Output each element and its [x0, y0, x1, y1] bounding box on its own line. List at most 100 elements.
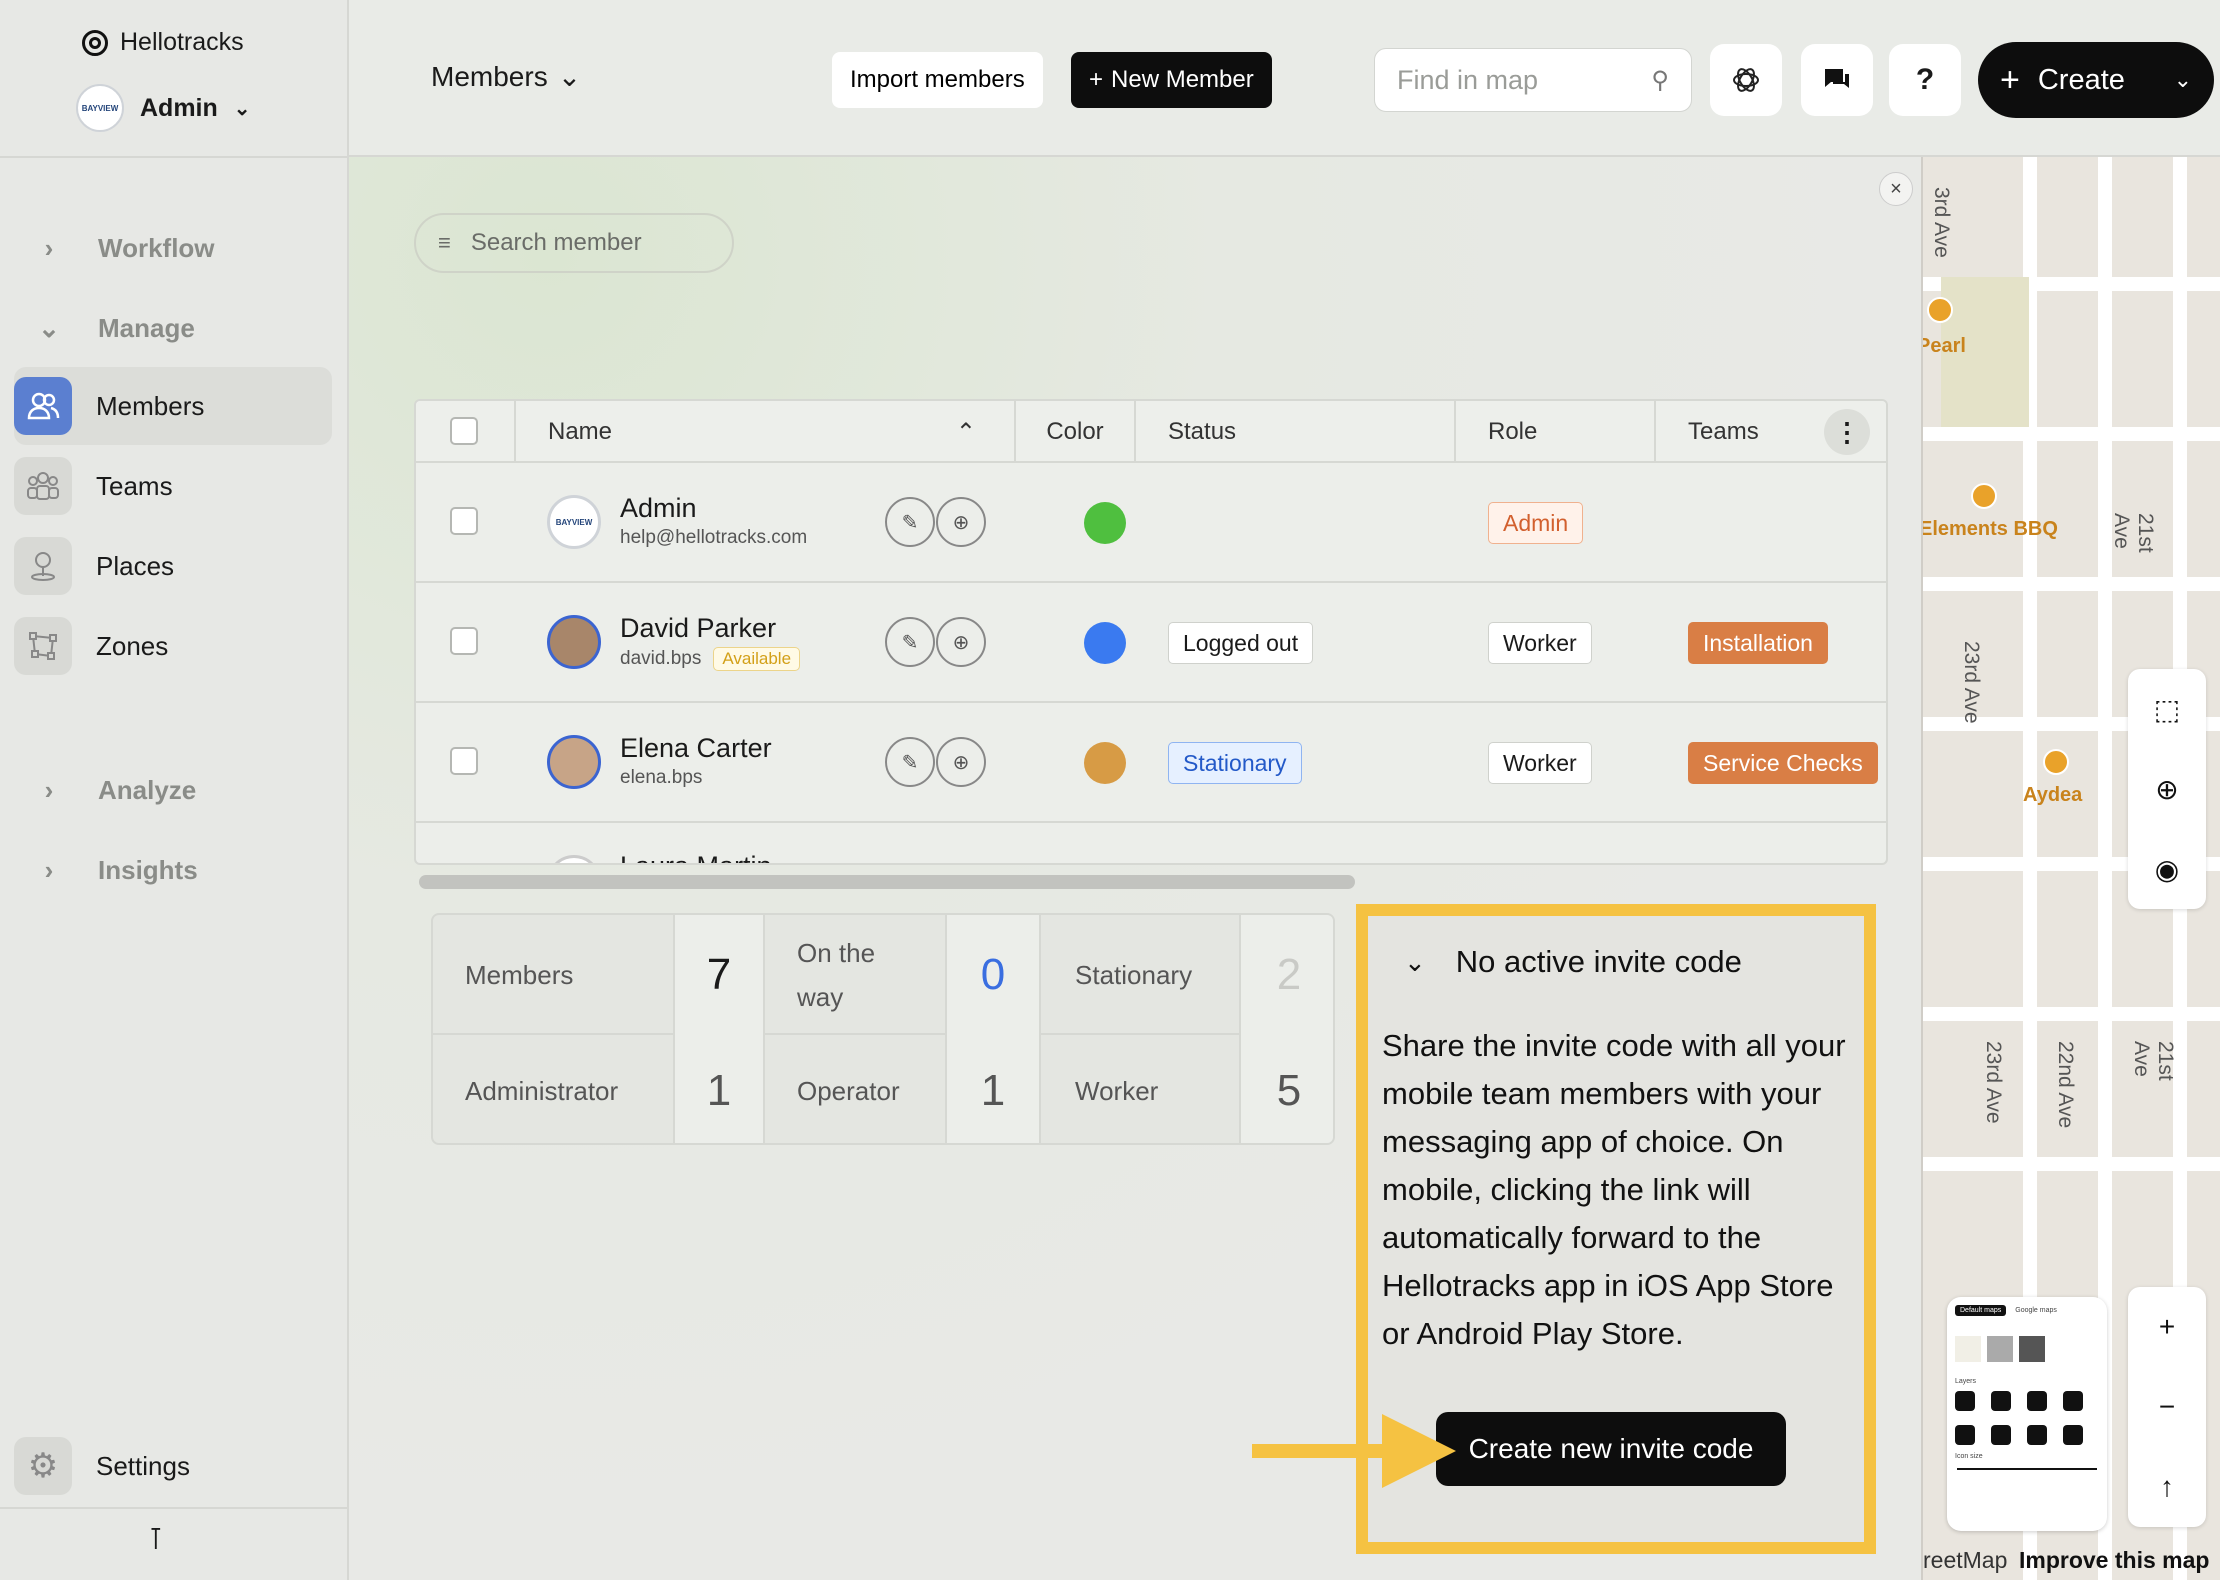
stat-label: Stationary	[1075, 959, 1193, 990]
member-name[interactable]: Laura Martin	[620, 851, 772, 863]
column-color[interactable]: Color	[1016, 401, 1136, 463]
create-invite-code-button[interactable]: Create new invite code	[1436, 1412, 1786, 1486]
import-members-button[interactable]: Import members	[832, 52, 1043, 108]
section-manage[interactable]: ⌄ Manage	[0, 298, 347, 358]
search-icon: ⚲	[1651, 66, 1669, 94]
member-color	[1084, 742, 1126, 784]
map-thumb[interactable]	[2019, 1336, 2045, 1362]
improve-map-link[interactable]: Improve this map	[2019, 1547, 2209, 1574]
account-switcher[interactable]: BAYVIEW Admin ⌄	[76, 84, 251, 132]
eye-icon[interactable]: ◉	[2128, 829, 2206, 909]
chat-icon	[1825, 69, 1849, 88]
restaurant-icon[interactable]	[2043, 749, 2069, 775]
google-maps-tab[interactable]: Google maps	[2010, 1305, 2062, 1316]
sidebar-item-teams[interactable]: Teams	[14, 447, 332, 525]
restaurant-icon[interactable]	[1971, 483, 1997, 509]
chevron-down-icon: ⌄	[1404, 946, 1426, 977]
column-name[interactable]: Name ⌃	[516, 401, 1016, 463]
map-thumb[interactable]	[1987, 1336, 2013, 1362]
team-badge[interactable]: Installation	[1688, 622, 1828, 664]
section-insights[interactable]: › Insights	[0, 840, 347, 900]
teams-icon	[14, 457, 72, 515]
layer-icon[interactable]	[1991, 1425, 2011, 1445]
view-dropdown[interactable]: Members ⌄	[431, 60, 581, 93]
row-checkbox[interactable]	[450, 507, 478, 535]
zoom-controls: + − ↑	[2128, 1287, 2206, 1527]
column-role[interactable]: Role	[1456, 401, 1656, 463]
edit-member-icon[interactable]: ✎	[885, 737, 935, 787]
layer-icon[interactable]	[2063, 1425, 2083, 1445]
zoom-in-icon[interactable]: +	[2128, 1287, 2206, 1367]
layer-icon[interactable]	[2027, 1425, 2047, 1445]
invite-header[interactable]: ⌄ No active invite code	[1404, 944, 1742, 980]
select-area-icon[interactable]: ⬚	[2128, 669, 2206, 749]
locate-icon[interactable]: ⊕	[936, 737, 986, 787]
add-point-icon[interactable]: ⊕	[2128, 749, 2206, 829]
horizontal-scrollbar[interactable]	[419, 875, 1355, 889]
member-name[interactable]: Elena Carter	[620, 733, 772, 764]
row-checkbox[interactable]	[450, 747, 478, 775]
section-analyze[interactable]: › Analyze	[0, 760, 347, 820]
layer-icon[interactable]	[1991, 1391, 2011, 1411]
layer-icon[interactable]	[2027, 1391, 2047, 1411]
sidebar-item-settings[interactable]: ⚙ Settings	[14, 1427, 332, 1505]
layer-icon[interactable]	[2063, 1391, 2083, 1411]
row-checkbox[interactable]	[450, 627, 478, 655]
section-label: Analyze	[98, 774, 197, 805]
map-search-input[interactable]: Find in map ⚲	[1374, 48, 1692, 112]
poi-label: Aydea	[2023, 784, 2083, 806]
edit-member-icon[interactable]: ✎	[885, 497, 935, 547]
search-member-input[interactable]: ≡ Search member	[414, 213, 734, 273]
table-row[interactable]: David Parker david.bps Available ✎ ⊕ Logg…	[416, 583, 1886, 703]
zoom-out-icon[interactable]: −	[2128, 1367, 2206, 1447]
create-button[interactable]: + Create ⌄	[1978, 42, 2214, 118]
layer-icon[interactable]	[1955, 1425, 1975, 1445]
stat-value[interactable]: 2	[1239, 915, 1333, 1035]
edit-member-icon[interactable]: ✎	[885, 617, 935, 667]
map-layers-preview[interactable]: Default maps Google maps Layers Icon siz…	[1947, 1297, 2107, 1531]
member-name[interactable]: David Parker	[620, 613, 776, 644]
sidebar-item-zones[interactable]: Zones	[14, 607, 332, 685]
layer-icon[interactable]	[1955, 1391, 1975, 1411]
hellotracks-logo-icon	[82, 29, 108, 56]
ai-icon	[1733, 68, 1759, 92]
ai-assistant-button[interactable]	[1710, 44, 1782, 116]
restaurant-icon[interactable]	[1927, 297, 1953, 323]
locate-icon[interactable]: ⊕	[936, 497, 986, 547]
column-status[interactable]: Status	[1136, 401, 1456, 463]
sidebar-item-label: Zones	[96, 630, 169, 661]
table-row[interactable]: BAYVIEW Admin help@hellotracks.com ✎ ⊕ A…	[416, 463, 1886, 583]
map-attribution[interactable]: reetMap	[1923, 1547, 2007, 1574]
close-icon[interactable]: ×	[1879, 172, 1913, 206]
member-name[interactable]: Admin	[620, 493, 697, 524]
member-color	[1084, 502, 1126, 544]
locate-icon[interactable]: ⊕	[936, 617, 986, 667]
road	[1923, 1007, 2220, 1021]
map-thumb[interactable]	[1955, 1336, 1981, 1362]
help-button[interactable]: ?	[1889, 44, 1961, 116]
icon-size-slider[interactable]	[1957, 1468, 2097, 1470]
section-workflow[interactable]: › Workflow	[0, 218, 347, 278]
sidebar-item-places[interactable]: Places	[14, 527, 332, 605]
pin-sidebar-icon[interactable]: ⊺	[148, 1522, 164, 1557]
north-arrow-icon[interactable]: ↑	[2128, 1447, 2206, 1527]
default-maps-tab[interactable]: Default maps	[1955, 1305, 2007, 1316]
map-view[interactable]: 3rd Ave 21st Ave 23rd Ave 23rd Ave 22nd …	[1921, 157, 2220, 1580]
stat-value[interactable]: 7	[673, 915, 765, 1035]
table-row[interactable]: Laura Martin	[416, 823, 1886, 863]
chat-button[interactable]	[1801, 44, 1873, 116]
more-options-icon[interactable]: ⋮	[1824, 409, 1870, 455]
chevron-down-icon[interactable]: ⌄	[2174, 67, 2192, 93]
map-style-thumbs	[1947, 1320, 2107, 1378]
new-member-button[interactable]: + New Member	[1071, 52, 1272, 108]
stat-value[interactable]: 5	[1239, 1035, 1333, 1143]
team-badge[interactable]: Service Checks	[1688, 742, 1878, 784]
table-row[interactable]: Elena Carter elena.bps ✎ ⊕ Stationary Wo…	[416, 703, 1886, 823]
sidebar-item-members[interactable]: Members	[14, 367, 332, 445]
stat-value[interactable]: 1	[673, 1035, 765, 1143]
stat-label: Worker	[1075, 1075, 1159, 1106]
select-all-checkbox[interactable]	[450, 417, 478, 445]
sidebar-item-label: Teams	[96, 470, 173, 501]
stat-value[interactable]: 0	[945, 915, 1041, 1035]
stat-value[interactable]: 1	[945, 1035, 1041, 1143]
